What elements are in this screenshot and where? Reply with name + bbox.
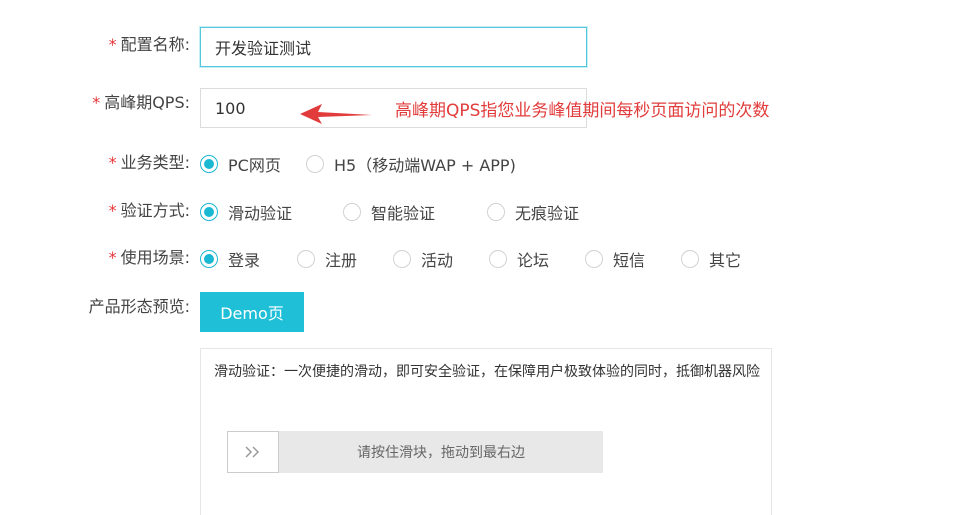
radio-smart-verify[interactable]: 智能验证: [343, 200, 435, 224]
radio-scene-forum[interactable]: 论坛: [489, 247, 549, 271]
scene-label: * 使用场景:: [108, 248, 190, 267]
radio-slide-verify[interactable]: 滑动验证: [200, 200, 292, 224]
radio-unchecked-icon: [681, 250, 699, 268]
config-name-label: * 配置名称:: [108, 35, 190, 54]
radio-scene-activity[interactable]: 活动: [393, 247, 453, 271]
preview-label: 产品形态预览:: [88, 297, 190, 316]
double-chevron-right-icon: [245, 446, 260, 458]
preview-description: 滑动验证：一次便捷的滑动，即可安全验证，在保障用户极致体验的同时，抵御机器风险: [214, 364, 760, 380]
radio-unchecked-icon: [343, 203, 361, 221]
slider-hint: 请按住滑块，拖动到最右边: [357, 445, 525, 461]
verify-method-label: * 验证方式:: [108, 201, 190, 220]
annotation-arrow-icon: [300, 104, 372, 124]
business-type-label: * 业务类型:: [108, 153, 190, 172]
radio-scene-login[interactable]: 登录: [200, 247, 260, 271]
radio-unchecked-icon: [306, 155, 324, 173]
preview-panel: 滑动验证：一次便捷的滑动，即可安全验证，在保障用户极致体验的同时，抵御机器风险 …: [200, 348, 772, 515]
radio-h5[interactable]: H5（移动端WAP + APP): [306, 152, 516, 176]
radio-scene-register[interactable]: 注册: [297, 247, 357, 271]
required-mark: *: [92, 93, 101, 112]
radio-unchecked-icon: [489, 250, 507, 268]
config-name-input[interactable]: [200, 27, 587, 67]
radio-unchecked-icon: [393, 250, 411, 268]
slider-handle[interactable]: [227, 431, 279, 473]
radio-pc-web[interactable]: PC网页: [200, 152, 281, 176]
config-form: *配置名称: *高峰期QPS: 高峰期QPS指您业务峰值期间每秒页面访问的次数 …: [0, 0, 959, 515]
radio-checked-icon: [200, 250, 218, 268]
radio-checked-icon: [200, 155, 218, 173]
required-mark: *: [108, 35, 117, 54]
demo-page-button[interactable]: Demo页: [200, 292, 304, 332]
qps-label: * 高峰期QPS:: [92, 93, 190, 112]
slide-captcha: 请按住滑块，拖动到最右边: [227, 431, 603, 473]
qps-annotation: 高峰期QPS指您业务峰值期间每秒页面访问的次数: [395, 101, 770, 121]
required-mark: *: [108, 201, 117, 220]
radio-checked-icon: [200, 203, 218, 221]
radio-unchecked-icon: [297, 250, 315, 268]
radio-unchecked-icon: [585, 250, 603, 268]
radio-scene-sms[interactable]: 短信: [585, 247, 645, 271]
required-mark: *: [108, 248, 117, 267]
radio-scene-other[interactable]: 其它: [681, 247, 741, 271]
radio-invisible-verify[interactable]: 无痕验证: [487, 200, 579, 224]
radio-unchecked-icon: [487, 203, 505, 221]
required-mark: *: [108, 153, 117, 172]
